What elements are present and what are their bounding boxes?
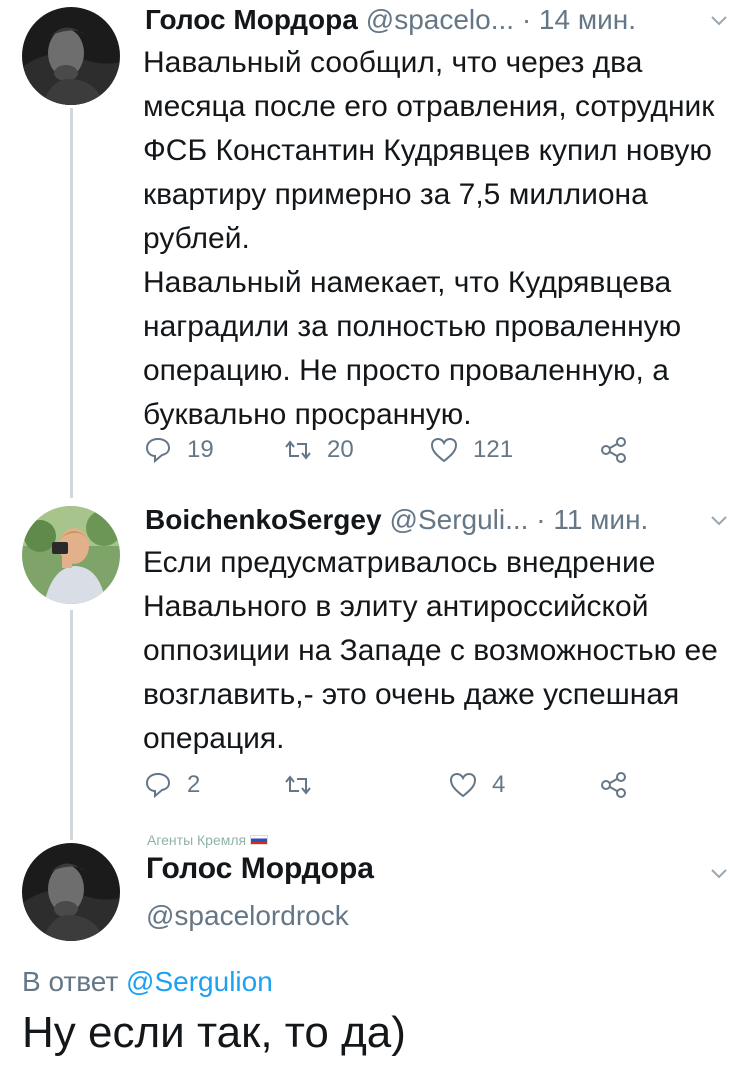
author-name[interactable]: Голос Мордора [145, 4, 358, 36]
reply-icon [145, 437, 171, 464]
avatar[interactable] [22, 506, 120, 604]
share-button[interactable] [599, 767, 643, 803]
reply-icon [145, 772, 171, 799]
share-button[interactable] [599, 432, 643, 468]
retweet-button[interactable]: 20 [283, 432, 354, 468]
retweet-count: 20 [327, 436, 354, 463]
retweet-button[interactable] [283, 767, 327, 803]
like-button[interactable]: 4 [448, 767, 505, 803]
agent-badge: Агенты Кремля [147, 832, 269, 848]
author-handle-time[interactable]: @spacelo... · 14 мин. [366, 4, 636, 36]
share-icon [601, 772, 626, 798]
chevron-down-icon[interactable] [708, 862, 730, 884]
reply-count: 2 [187, 771, 201, 798]
author-handle-time[interactable]: @Serguli... · 11 мин. [390, 504, 649, 536]
reply-prefix: В ответ [22, 966, 119, 997]
like-count: 121 [473, 436, 514, 463]
focused-tweet-text: Ну если так, то да) [22, 1008, 406, 1057]
tweet-header: BoichenkoSergey @Serguli... · 11 мин. [145, 500, 648, 540]
retweet-icon [285, 775, 311, 795]
reply-count: 19 [187, 436, 214, 463]
tweet-header: Голос Мордора @spacelo... · 14 мин. [145, 0, 636, 40]
chevron-down-icon[interactable] [708, 509, 730, 531]
like-icon [430, 437, 458, 463]
author-name[interactable]: Голос Мордора [146, 852, 374, 886]
author-name[interactable]: BoichenkoSergey [145, 504, 382, 536]
share-icon [601, 437, 626, 463]
reply-button[interactable]: 19 [143, 432, 214, 468]
avatar[interactable] [22, 843, 120, 941]
tweet-text: Если предусматривалось внедрение Навальн… [143, 546, 718, 755]
author-handle[interactable]: @spacelordrock [146, 900, 349, 932]
reply-to-link[interactable]: @Sergulion [126, 966, 273, 997]
retweet-icon [285, 440, 311, 460]
like-count: 4 [492, 771, 506, 798]
badge-label: Агенты Кремля [147, 832, 247, 848]
reply-button[interactable]: 2 [143, 767, 200, 803]
like-icon [449, 772, 477, 798]
reply-context: В ответ @Sergulion [22, 966, 273, 998]
flag-icon [250, 835, 269, 845]
chevron-down-icon[interactable] [708, 9, 730, 31]
tweet-text: Навальный сообщил, что через два месяца … [143, 46, 715, 431]
thread-line [70, 108, 73, 498]
avatar[interactable] [22, 7, 120, 105]
like-button[interactable]: 121 [429, 432, 513, 468]
thread-line [70, 610, 73, 840]
